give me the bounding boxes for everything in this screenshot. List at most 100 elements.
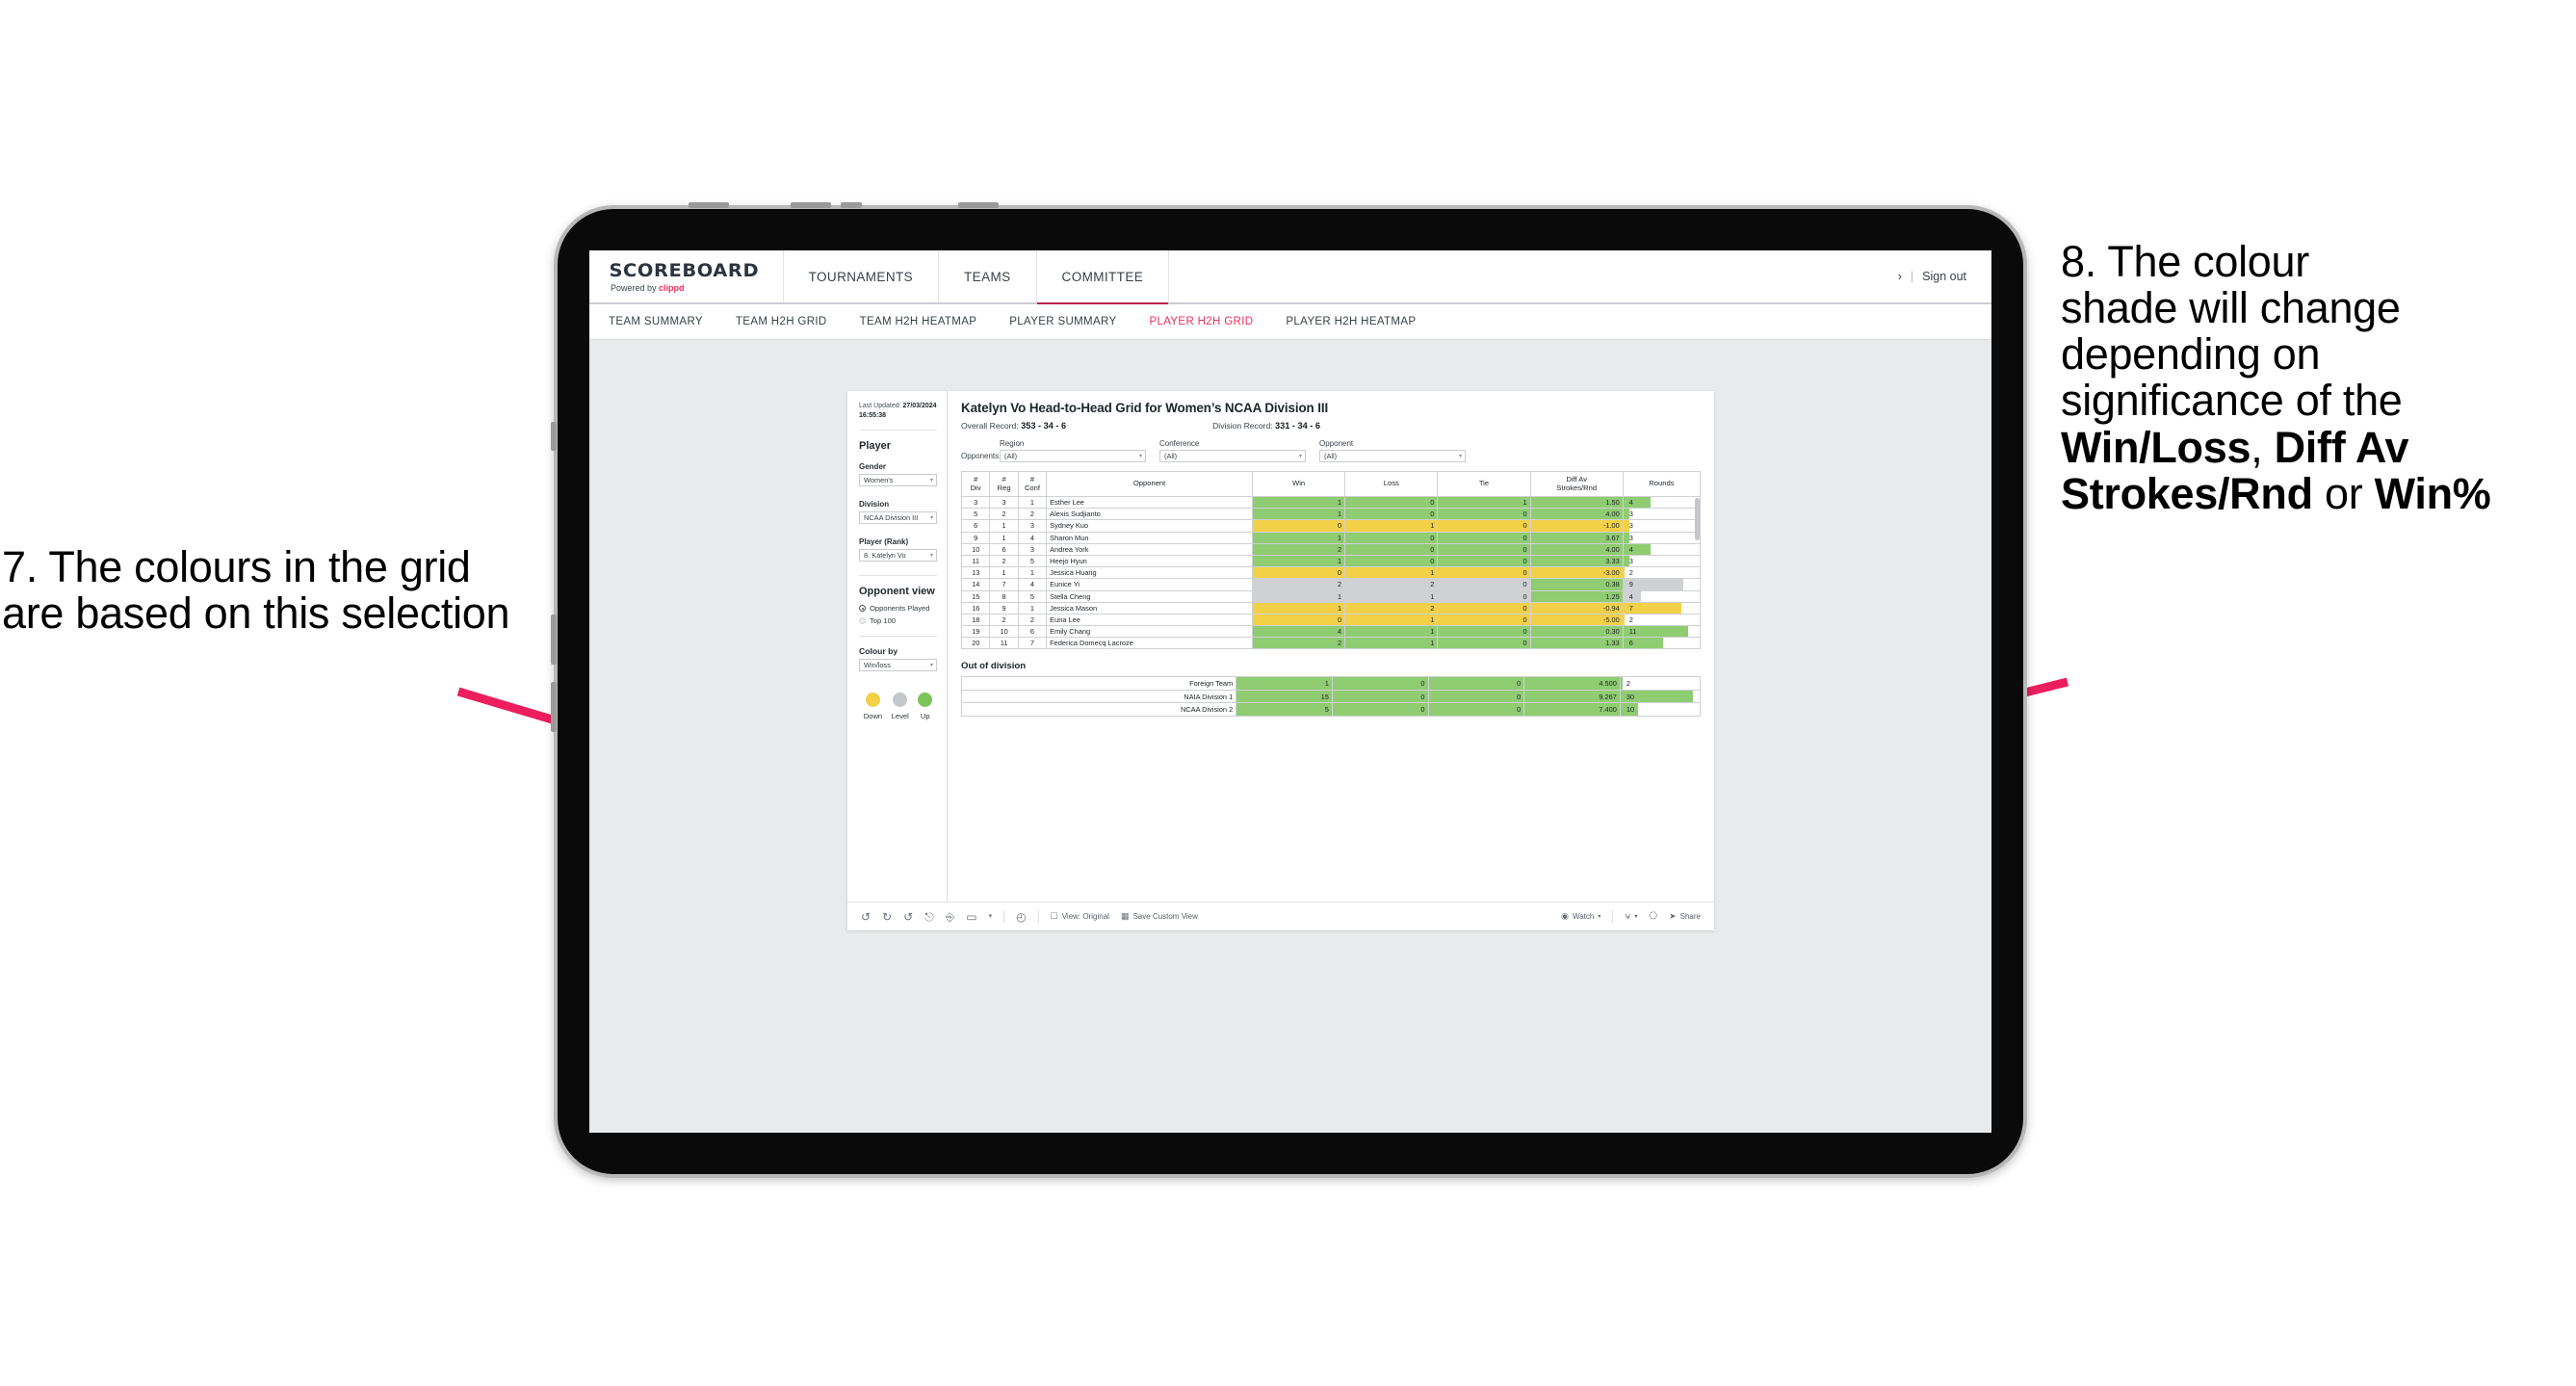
topnav-teams[interactable]: TEAMS [939,250,1037,302]
table-row[interactable]: NCAA Division 2 5 0 0 7.400 10 [960,702,1702,717]
pause-icon[interactable]: ⎆ [946,911,955,923]
table-row[interactable]: 3 3 1 Esther Lee 1 0 1 1.50 4 [960,495,1702,510]
tablet-bezel: SCOREBOARD Powered by clippd TOURNAMENTS… [558,209,2023,1174]
table-row[interactable]: 15 8 5 Stella Cheng 1 1 0 1.25 4 [960,589,1702,603]
watch-button[interactable]: ◉ Watch ▾ [1561,912,1600,922]
radio-opponents-played[interactable]: Opponents Played [859,604,937,613]
division-select[interactable]: NCAA Division III ▾ [859,511,937,525]
cell-reg: 2 [989,554,1019,568]
out-of-division-table: Foreign Team 1 0 0 4.500 2 NAIA Division 1 15 0 0… [960,676,1702,717]
table-row[interactable]: 20 11 7 Federica Domecq Lacroze 2 1 0 1.33 6 [960,637,1702,650]
account-divider: | [1910,270,1914,283]
cell-tie: 1 [1437,495,1531,510]
grid-scrollbar-thumb[interactable] [1695,498,1700,540]
download-button[interactable]: ⍱ ▾ [1625,910,1637,922]
table-row[interactable]: 18 2 2 Euna Lee 0 1 0 -5.00 2 [960,613,1702,627]
colour-by-select[interactable]: Win/loss ▾ [859,659,937,672]
table-row[interactable]: 6 1 3 Sydney Kuo 0 1 0 -1.00 3 [960,519,1702,533]
cell-conf: 4 [1017,531,1048,544]
topnav-committee[interactable]: COMMITTEE [1036,250,1170,304]
legend-label-level: Level [891,712,909,721]
table-row[interactable]: 19 10 6 Emily Chang 4 1 0 0.30 11 [960,625,1702,639]
cell-win: 2 [1251,542,1346,556]
cell-reg: 8 [989,589,1019,603]
opponent-filter-select[interactable]: (All) ▾ [1319,450,1466,462]
player-rank-select[interactable]: 8. Katelyn Vo ▾ [859,549,937,562]
fullscreen-button[interactable]: ⎔ [1649,911,1657,922]
cell-opponent: Alexis Sudjianto [1046,508,1253,521]
annotation-right-bold-winpct: Win% [2374,468,2491,518]
gender-select[interactable]: Women's ▾ [859,474,937,487]
radio-top-100[interactable]: Top 100 [859,616,937,625]
table-row[interactable]: 11 2 5 Heejo Hyun 1 0 0 3.33 3 [960,554,1702,568]
download-icon: ⍱ [1625,910,1631,922]
cell-opponent: Eunice Yi [1046,578,1253,591]
col-header-rounds: Rounds [1622,471,1702,497]
cell-rounds: 2 [1622,566,1702,580]
cell-reg: 11 [989,637,1019,650]
cell-win: 4 [1251,625,1346,639]
table-row[interactable]: Foreign Team 1 0 0 4.500 2 [960,676,1702,691]
cell-opponent: Emily Chang [1046,625,1253,639]
cell-diff: -3.00 [1529,566,1624,580]
table-row[interactable]: 16 9 1 Jessica Mason 1 2 0 -0.94 7 [960,601,1702,615]
cell-tie: 0 [1437,566,1531,580]
cell-loss: 0 [1344,542,1439,556]
cell-div: 10 [960,542,991,556]
table-row[interactable]: 5 2 2 Alexis Sudjianto 1 0 0 4.00 3 [960,508,1702,521]
cell-win: 1 [1251,508,1346,521]
cell-diff: -1.00 [1529,519,1624,533]
chevron-down-icon: ▾ [1458,454,1462,459]
table-row[interactable]: 13 1 1 Jessica Huang 0 1 0 -3.00 2 [960,566,1702,580]
cell-rounds: 2 [1622,613,1702,627]
cell-diff: -5.00 [1529,613,1624,627]
division-record-label: Division Record: [1212,421,1276,431]
chevron-down-icon[interactable]: ▾ [989,913,993,920]
subnav-team-h2h-heatmap[interactable]: TEAM H2H HEATMAP [860,316,977,327]
cell-diff: 1.50 [1529,495,1624,510]
cell-loss: 0 [1331,702,1429,717]
redo-icon[interactable]: ↻ [882,911,892,923]
rectangle-select-icon[interactable]: ▭ [966,911,976,923]
cell-div: 3 [960,495,991,510]
cell-rounds: 2 [1619,676,1702,691]
cell-loss: 0 [1331,689,1429,704]
refresh-icon[interactable]: ⎋ [924,911,934,923]
cell-div: 13 [960,566,991,580]
topnav-committee-label: COMMITTEE [1061,269,1144,284]
conference-filter-select[interactable]: (All) ▾ [1159,450,1306,462]
save-custom-view-button[interactable]: ▦ Save Custom View [1121,912,1198,922]
chevron-down-icon: ▾ [929,478,933,484]
subnav-team-summary[interactable]: TEAM SUMMARY [609,316,703,327]
page-title: Katelyn Vo Head-to-Head Grid for Women’s… [961,401,1329,415]
highlight-icon[interactable]: ◴ [1016,911,1026,923]
cell-tie: 0 [1437,625,1531,639]
undo-icon[interactable]: ↺ [861,911,871,923]
subnav-team-h2h-grid[interactable]: TEAM H2H GRID [736,316,827,327]
cell-div: 6 [960,519,991,533]
legend-item-up: Up [918,693,933,720]
table-row[interactable]: 9 1 4 Sharon Mun 1 0 0 3.67 3 [960,531,1702,544]
topnav-tournaments[interactable]: TOURNAMENTS [784,250,940,302]
cell-tie: 0 [1437,508,1531,521]
divider-1 [859,430,937,431]
chevron-right-icon[interactable]: › [1898,270,1902,283]
cell-win: 1 [1251,531,1346,544]
view-original-button[interactable]: ☐ View: Original [1051,912,1109,922]
subnav-player-h2h-heatmap[interactable]: PLAYER H2H HEATMAP [1286,316,1416,327]
cell-rounds: 3 [1622,531,1702,544]
subnav-player-h2h-grid[interactable]: PLAYER H2H GRID [1149,316,1253,327]
device-button-top-2 [791,202,831,208]
sign-out-link[interactable]: Sign out [1922,270,1966,283]
revert-icon[interactable]: ↺ [903,911,913,923]
app-logo[interactable]: SCOREBOARD Powered by clippd [589,250,784,302]
table-row[interactable]: 14 7 4 Eunice Yi 2 2 0 0.38 9 [960,578,1702,591]
table-row[interactable]: NAIA Division 1 15 0 0 9.267 30 [960,689,1702,704]
subnav-player-summary[interactable]: PLAYER SUMMARY [1009,316,1116,327]
col-header-loss: Loss [1344,471,1439,497]
cell-diff: 3.33 [1529,554,1624,568]
share-button[interactable]: ➤ Share [1669,912,1701,922]
region-filter-select[interactable]: (All) ▾ [1000,450,1146,462]
table-row[interactable]: 10 6 3 Andrea York 2 0 0 4.00 4 [960,542,1702,556]
cell-diff: 9.267 [1523,689,1621,704]
